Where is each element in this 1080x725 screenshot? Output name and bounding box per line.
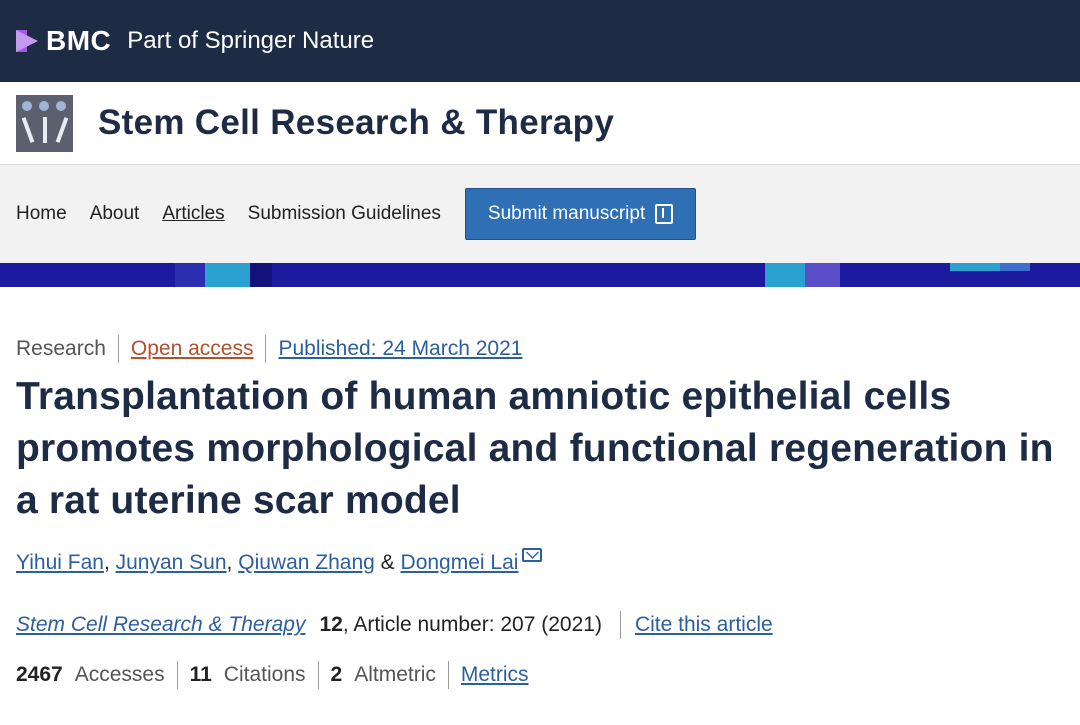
citations-count: 11 (189, 663, 212, 686)
springer-tagline[interactable]: Part of Springer Nature (127, 27, 374, 55)
bmc-brand[interactable]: BMC (46, 25, 111, 57)
mail-icon[interactable] (522, 548, 543, 562)
altmetric-count: 2 (330, 663, 343, 686)
article-title: Transplantation of human amniotic epithe… (16, 375, 1054, 522)
cite-this-article-link[interactable]: Cite this article (635, 613, 773, 637)
divider (265, 335, 267, 363)
decorative-stripe (0, 263, 1080, 287)
accesses-count: 2467 (16, 663, 63, 686)
citation-line: Stem Cell Research & Therapy 12 , Articl… (16, 611, 1064, 639)
divider (619, 611, 621, 639)
author-link[interactable]: Dongmei Lai (401, 551, 519, 575)
article-type: Research (16, 337, 106, 360)
article-meta: Research Open access Published: 24 March… (16, 335, 1064, 363)
article-number: , Article number: 207 (2021) (342, 613, 602, 636)
published-date-link[interactable]: Published: 24 March 2021 (278, 337, 522, 361)
article-metrics: 2467 Accesses 11 Citations 2 Altmetric M… (16, 661, 1064, 689)
main-nav: Home About Articles Submission Guideline… (0, 165, 1080, 263)
altmetric-label: Altmetric (354, 663, 436, 686)
open-access-link[interactable]: Open access (131, 337, 254, 361)
nav-about[interactable]: About (90, 203, 140, 225)
author-link[interactable]: Junyan Sun (116, 551, 227, 575)
author-ampersand: & (380, 551, 395, 574)
submit-manuscript-button[interactable]: Submit manuscript (464, 188, 697, 240)
nav-articles[interactable]: Articles (162, 203, 224, 225)
divider (117, 335, 119, 363)
author-separator: , (226, 551, 233, 574)
article-header: Research Open access Published: 24 March… (0, 335, 1080, 689)
author-link[interactable]: Yihui Fan (16, 551, 104, 575)
journal-logo-icon[interactable] (16, 94, 73, 152)
accesses-label: Accesses (74, 663, 165, 686)
author-separator: , (103, 551, 110, 574)
nav-home[interactable]: Home (16, 203, 67, 225)
bmc-logo-icon[interactable] (16, 30, 38, 52)
submit-manuscript-label: Submit manuscript (487, 203, 646, 224)
publisher-bar: BMC Part of Springer Nature (0, 0, 1080, 82)
divider (176, 661, 178, 689)
citations-label: Citations (223, 663, 306, 686)
journal-reference-link[interactable]: Stem Cell Research & Therapy (16, 613, 305, 637)
journal-header: Stem Cell Research & Therapy (0, 82, 1080, 165)
metrics-link[interactable]: Metrics (461, 663, 529, 687)
author-list: Yihui Fan, Junyan Sun, Qiuwan Zhang & Do… (16, 548, 1064, 575)
nav-submission-guidelines[interactable]: Submission Guidelines (248, 203, 441, 225)
divider (447, 661, 449, 689)
author-link[interactable]: Qiuwan Zhang (238, 551, 375, 575)
divider (317, 661, 319, 689)
volume: 12 (319, 613, 343, 636)
external-link-icon (655, 204, 674, 224)
journal-title[interactable]: Stem Cell Research & Therapy (98, 103, 614, 143)
